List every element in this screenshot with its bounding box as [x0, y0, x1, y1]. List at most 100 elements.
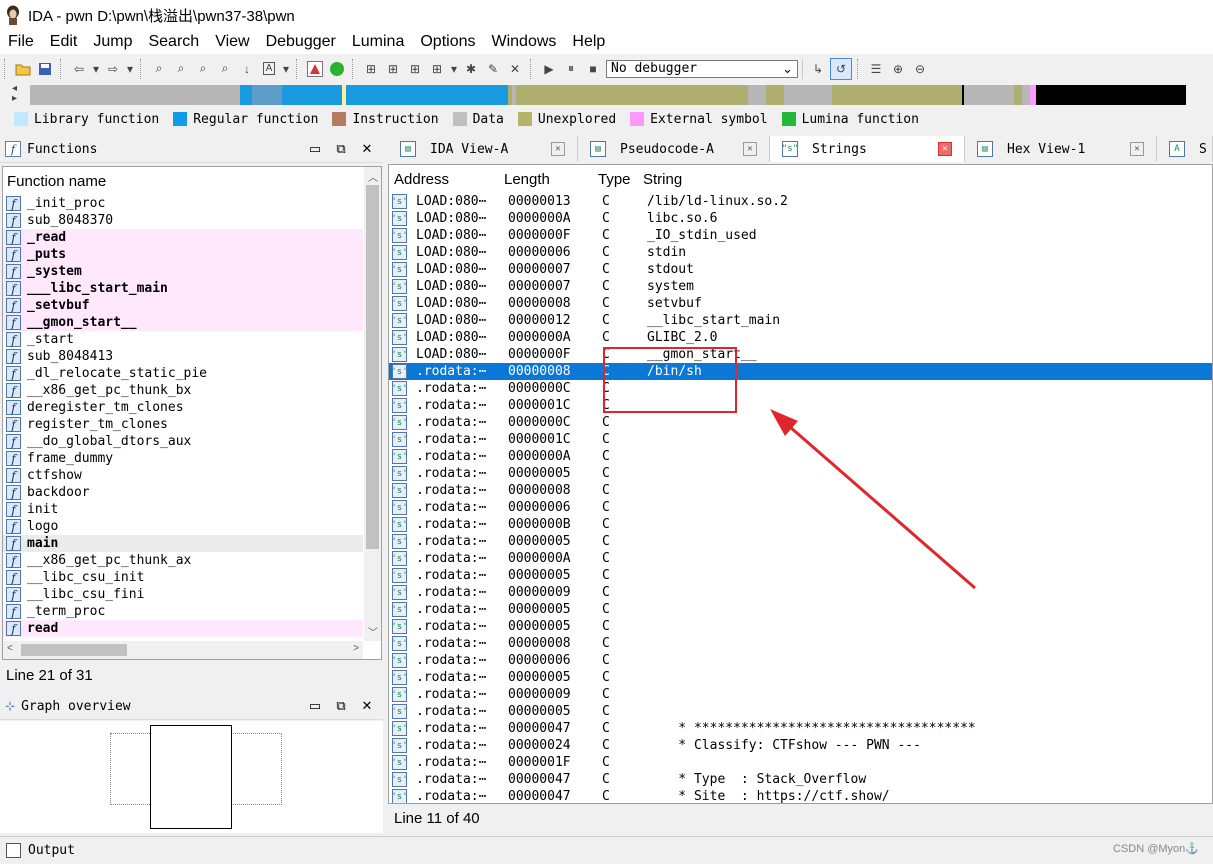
function-row[interactable]: f register_tm_clones — [3, 416, 363, 433]
string-row[interactable]: 's' .rodata:⋯ 00000005 C — [389, 618, 1212, 635]
menu-options[interactable]: Options — [412, 30, 483, 54]
function-row[interactable]: f _setvbuf — [3, 297, 363, 314]
string-row[interactable]: 's' .rodata:⋯ 00000024 C * Classify: CTFsho… — [389, 737, 1212, 754]
function-row[interactable]: f ___libc_start_main — [3, 280, 363, 297]
function-row[interactable]: f _init_proc — [3, 195, 363, 212]
string-row[interactable]: 's' .rodata:⋯ 00000008 C — [389, 482, 1212, 499]
chevron-down-icon[interactable]: ▾ — [91, 59, 101, 79]
scroll-down-icon[interactable]: ﹀ — [368, 624, 378, 639]
functions-vertical-scrollbar[interactable]: ︿ ﹀ — [364, 167, 381, 641]
string-row[interactable]: 's' .rodata:⋯ 00000047 C * ****************… — [389, 720, 1212, 737]
tab-strings[interactable]: "s" Strings ✕ — [770, 136, 965, 162]
close-tab-icon[interactable]: ✕ — [938, 142, 952, 156]
maximize-icon[interactable]: ▭ — [305, 698, 325, 714]
function-row[interactable]: f read — [3, 620, 363, 637]
tab-s[interactable]: AS — [1157, 136, 1213, 162]
string-row[interactable]: 's' .rodata:⋯ 00000005 C — [389, 465, 1212, 482]
string-row[interactable]: 's' LOAD:080⋯ 0000000A Clibc.so.6 — [389, 210, 1212, 227]
string-row[interactable]: 's' .rodata:⋯ 0000001C C — [389, 431, 1212, 448]
string-row[interactable]: 's' .rodata:⋯ 0000000C C — [389, 414, 1212, 431]
string-row[interactable]: 's' .rodata:⋯ 00000005 C — [389, 703, 1212, 720]
search-immediate-icon[interactable]: ⌕ — [193, 59, 213, 79]
function-row[interactable]: f main — [3, 535, 363, 552]
toolbar-grip[interactable] — [60, 58, 64, 79]
edit-icon[interactable]: ✎ — [483, 59, 503, 79]
string-row[interactable]: 's' .rodata:⋯ 0000000A C — [389, 550, 1212, 567]
restore-icon[interactable]: ⧉ — [331, 698, 351, 714]
undefine-icon[interactable]: ✕ — [505, 59, 525, 79]
function-row[interactable]: f __x86_get_pc_thunk_bx — [3, 382, 363, 399]
function-row[interactable]: f __gmon_start__ — [3, 314, 363, 331]
string-row[interactable]: 's' LOAD:080⋯ 00000013 C/lib/ld-linux.so.2 — [389, 193, 1212, 210]
functions-horizontal-scrollbar[interactable]: < > — [3, 641, 363, 659]
function-row[interactable]: f logo — [3, 518, 363, 535]
close-tab-icon[interactable]: ✕ — [1130, 142, 1144, 156]
function-row[interactable]: f __libc_csu_init — [3, 569, 363, 586]
back-icon[interactable]: ⇦ — [69, 59, 89, 79]
function-row[interactable]: f frame_dummy — [3, 450, 363, 467]
tab-pseudocode-a[interactable]: ▤ Pseudocode-A ✕ — [578, 136, 770, 162]
string-row[interactable]: 's' .rodata:⋯ 0000000A C — [389, 448, 1212, 465]
chevron-down-icon[interactable]: ▾ — [281, 59, 291, 79]
navigation-bar[interactable] — [30, 85, 1213, 105]
save-icon[interactable] — [35, 59, 55, 79]
string-row[interactable]: 's' .rodata:⋯ 00000047 C * Type : Stack_Ove… — [389, 771, 1212, 788]
string-row[interactable]: 's' .rodata:⋯ 00000005 C — [389, 567, 1212, 584]
string-row[interactable]: 's' .rodata:⋯ 00000008 C — [389, 635, 1212, 652]
menu-help[interactable]: Help — [564, 30, 613, 54]
function-row[interactable]: f _system — [3, 263, 363, 280]
string-row[interactable]: 's' LOAD:080⋯ 0000000F C __gmon_start__ — [389, 346, 1212, 363]
function-row[interactable]: f backdoor — [3, 484, 363, 501]
string-row[interactable]: 's' .rodata:⋯ 00000005 C — [389, 533, 1212, 550]
string-row[interactable]: 's' LOAD:080⋯ 00000008 Csetvbuf — [389, 295, 1212, 312]
play-icon[interactable]: ▶ — [539, 59, 559, 79]
string-row[interactable]: 's' .rodata:⋯ 0000000C C — [389, 380, 1212, 397]
function-row[interactable]: f _dl_relocate_static_pie — [3, 365, 363, 382]
close-icon[interactable]: ✕ — [357, 698, 377, 714]
toolbar-grip[interactable] — [857, 58, 861, 79]
restore-icon[interactable]: ⧉ — [331, 141, 351, 157]
string-row[interactable]: 's' .rodata:⋯ 0000001C C — [389, 397, 1212, 414]
scroll-thumb[interactable] — [366, 185, 379, 549]
text-view-icon[interactable]: A — [259, 59, 279, 79]
column-header-type[interactable]: Type — [593, 171, 638, 188]
graph-overview-canvas[interactable] — [0, 721, 383, 833]
string-row[interactable]: 's' .rodata:⋯ 0000000B C — [389, 516, 1212, 533]
toolbar-grip[interactable] — [352, 58, 356, 79]
column-header-string[interactable]: String — [638, 171, 1212, 188]
menu-lumina[interactable]: Lumina — [344, 30, 412, 54]
create-struct-icon[interactable]: ⊞ — [427, 59, 447, 79]
patch-icon[interactable]: ✱ — [461, 59, 481, 79]
string-row[interactable]: 's' .rodata:⋯ 00000005 C — [389, 669, 1212, 686]
function-row[interactable]: f _read — [3, 229, 363, 246]
function-row[interactable]: f __x86_get_pc_thunk_ax — [3, 552, 363, 569]
column-header-address[interactable]: Address — [389, 171, 499, 188]
function-name-column-header[interactable]: Function name — [3, 167, 381, 195]
menu-windows[interactable]: Windows — [483, 30, 564, 54]
scroll-thumb[interactable] — [21, 644, 127, 656]
string-row[interactable]: 's' LOAD:080⋯ 00000007 Csystem — [389, 278, 1212, 295]
close-tab-icon[interactable]: ✕ — [743, 142, 757, 156]
menu-file[interactable]: File — [0, 30, 42, 54]
breakpoint-list-icon[interactable]: ☰ — [866, 59, 886, 79]
string-row[interactable]: 's' LOAD:080⋯ 00000006 Cstdin — [389, 244, 1212, 261]
string-row[interactable]: 's' .rodata:⋯ 0000001F C — [389, 754, 1212, 771]
search-binary-icon[interactable]: ⌕ — [149, 59, 169, 79]
string-row[interactable]: 's' .rodata:⋯ 00000009 C — [389, 584, 1212, 601]
step-over-icon[interactable]: ↺ — [830, 57, 852, 80]
string-row[interactable]: 's' LOAD:080⋯ 00000012 C __libc_start_main — [389, 312, 1212, 329]
debugger-select[interactable]: No debugger ⌄ — [606, 59, 798, 78]
graph-overview-viewport[interactable] — [150, 725, 232, 829]
forward-icon[interactable]: ⇨ — [103, 59, 123, 79]
column-header-length[interactable]: Length — [499, 171, 593, 188]
navband-arrows[interactable]: ◂ ▸ — [12, 84, 17, 104]
string-row[interactable]: 's' .rodata:⋯ 00000006 C — [389, 652, 1212, 669]
string-row[interactable]: 's' LOAD:080⋯ 0000000A C GLIBC_2.0 — [389, 329, 1212, 346]
menu-debugger[interactable]: Debugger — [258, 30, 344, 54]
create-function-icon[interactable]: ⊞ — [361, 59, 381, 79]
create-text-icon[interactable]: ⊞ — [405, 59, 425, 79]
maximize-icon[interactable]: ▭ — [305, 141, 325, 157]
search-text-icon[interactable]: ⌕ — [171, 59, 191, 79]
step-into-icon[interactable]: ↳ — [808, 59, 828, 79]
function-row[interactable]: f _term_proc — [3, 603, 363, 620]
